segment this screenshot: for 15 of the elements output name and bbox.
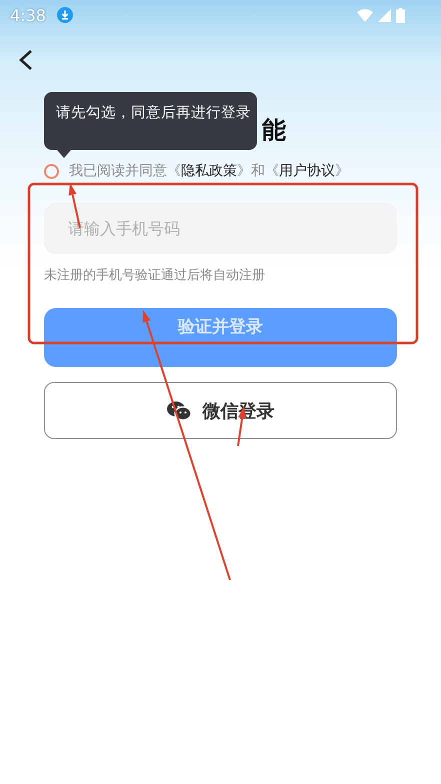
- tooltip-text: 请先勾选，同意后再进行登录: [56, 105, 251, 121]
- phone-input[interactable]: 请输入手机号码: [44, 203, 397, 254]
- battery-icon: [396, 8, 405, 22]
- wechat-icon: [166, 400, 190, 420]
- hint-text: 未注册的手机号验证通过后将自动注册: [44, 267, 266, 285]
- page-title: 能: [262, 115, 286, 146]
- signal-icon: [378, 8, 391, 22]
- wifi-icon: [357, 8, 373, 22]
- back-icon[interactable]: [18, 49, 34, 71]
- agreement-link[interactable]: 用户协议: [279, 163, 335, 179]
- agreement-text: 我已阅读并同意《隐私政策》和《用户协议》: [69, 162, 349, 180]
- status-time: 4:38: [10, 6, 46, 24]
- agree-radio[interactable]: [44, 164, 59, 178]
- agreement-link[interactable]: 隐私政策: [181, 163, 237, 179]
- download-icon: [56, 7, 73, 23]
